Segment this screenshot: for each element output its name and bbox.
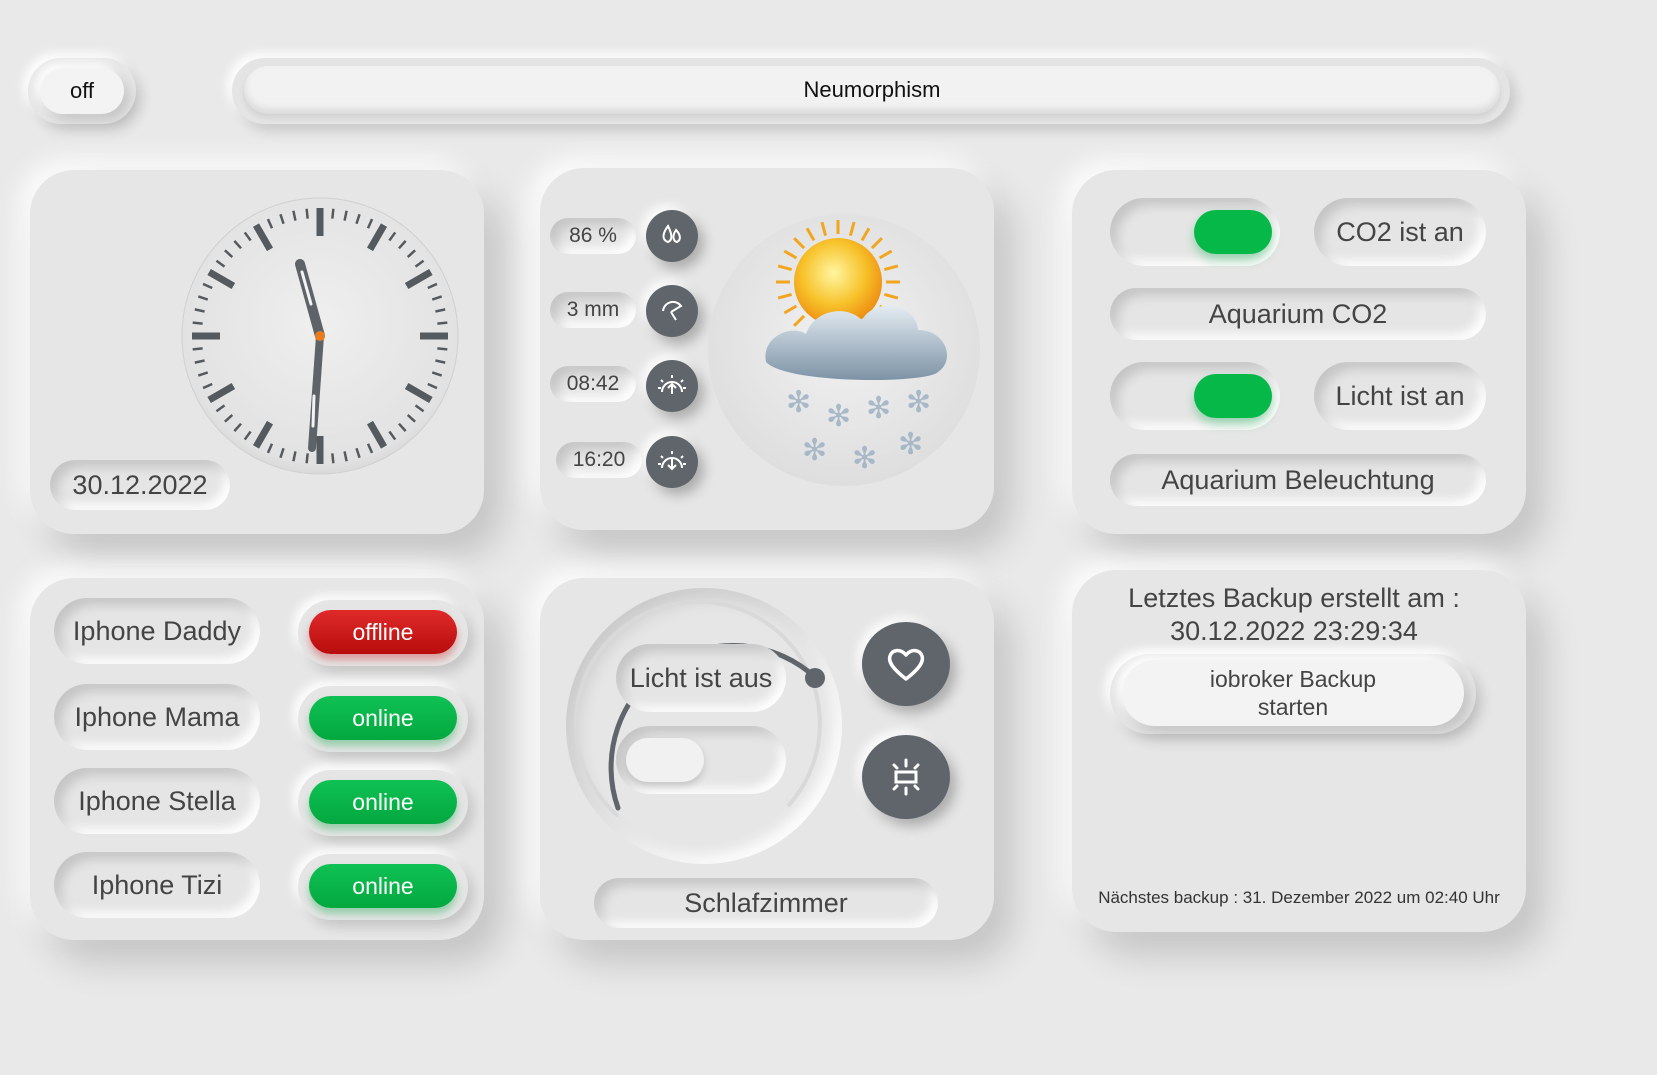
droplets-icon xyxy=(646,210,698,262)
backup-button-outer: iobroker Backup starten xyxy=(1110,654,1476,734)
device-status-outer: online xyxy=(298,854,468,920)
device-status-badge: online xyxy=(309,696,457,740)
device-status-badge: online xyxy=(309,864,457,908)
svg-text:✻: ✻ xyxy=(898,427,923,462)
backup-title-line1: Letztes Backup erstellt am : xyxy=(1128,583,1460,613)
light-name-label: Aquarium Beleuchtung xyxy=(1110,454,1486,506)
svg-text:✻: ✻ xyxy=(906,385,931,420)
backup-card: Letztes Backup erstellt am : 30.12.2022 … xyxy=(1072,570,1526,932)
clock-card: 30.12.2022 xyxy=(30,170,484,534)
ceiling-light-button[interactable] xyxy=(862,735,950,819)
power-toggle-button[interactable]: off xyxy=(40,68,124,114)
sunset-value: 16:20 xyxy=(556,442,642,478)
clock-center xyxy=(315,331,325,341)
svg-text:✻: ✻ xyxy=(826,399,851,434)
dimmer-dial[interactable]: Licht ist aus xyxy=(566,588,842,864)
weather-card: 86 % 3 mm 08:42 16:20 ✻ ✻ ✻ ✻ ✻ ✻ ✻ xyxy=(540,168,994,530)
room-name-label: Schlafzimmer xyxy=(594,878,938,928)
device-status-badge: offline xyxy=(309,610,457,654)
device-name: Iphone Stella xyxy=(54,768,260,834)
page-title: Neumorphism xyxy=(244,66,1500,114)
light-toggle[interactable] xyxy=(1110,362,1280,430)
heart-icon xyxy=(887,648,925,681)
device-status-outer: online xyxy=(298,686,468,752)
device-name: Iphone Mama xyxy=(54,684,260,750)
start-backup-button[interactable]: iobroker Backup starten xyxy=(1122,660,1464,726)
aquarium-card: CO2 ist an Aquarium CO2 Licht ist an Aqu… xyxy=(1072,170,1526,534)
sunrise-value: 08:42 xyxy=(550,366,636,402)
sunset-icon xyxy=(646,436,698,488)
sun-cloud-snow-icon: ✻ ✻ ✻ ✻✻ ✻ ✻ xyxy=(708,214,980,486)
backup-button-line1: iobroker Backup xyxy=(1209,666,1377,692)
favorite-button[interactable] xyxy=(862,622,950,706)
humidity-value: 86 % xyxy=(550,218,636,254)
analog-clock xyxy=(181,197,459,475)
sunrise-icon xyxy=(646,360,698,412)
svg-text:✻: ✻ xyxy=(852,441,877,476)
device-name: Iphone Daddy xyxy=(54,598,260,664)
svg-text:✻: ✻ xyxy=(866,391,891,426)
date-display: 30.12.2022 xyxy=(50,460,230,510)
device-status-outer: online xyxy=(298,770,468,836)
presence-card: Iphone Daddy offline Iphone Mama online Ipho… xyxy=(30,578,484,940)
light-state-label: Licht ist an xyxy=(1314,362,1486,430)
svg-text:✻: ✻ xyxy=(786,385,811,420)
header-title-outer: Neumorphism xyxy=(232,58,1510,124)
next-backup-text: Nächstes backup : 31. Dezember 2022 um 0… xyxy=(1098,888,1500,907)
rain-value: 3 mm xyxy=(550,292,636,328)
header-toggle-outer: off xyxy=(28,58,136,124)
device-status-outer: offline xyxy=(298,600,468,666)
co2-toggle[interactable] xyxy=(1110,198,1280,266)
bedroom-card: Licht ist aus Schlafzimmer xyxy=(540,578,994,940)
co2-name-label: Aquarium CO2 xyxy=(1110,288,1486,340)
ceiling-light-icon xyxy=(892,758,920,796)
bedroom-toggle-knob xyxy=(626,738,704,782)
light-toggle-knob xyxy=(1194,374,1272,418)
backup-button-line2: starten xyxy=(1257,694,1329,720)
backup-title-line2: 30.12.2022 23:29:34 xyxy=(1170,616,1418,646)
svg-text:✻: ✻ xyxy=(802,433,827,468)
co2-state-label: CO2 ist an xyxy=(1314,198,1486,266)
device-status-badge: online xyxy=(309,780,457,824)
device-name: Iphone Tizi xyxy=(54,852,260,918)
umbrella-icon xyxy=(646,285,698,337)
dimmer-handle[interactable] xyxy=(805,668,825,688)
bedroom-light-toggle[interactable] xyxy=(616,726,786,794)
co2-toggle-knob xyxy=(1194,210,1272,254)
backup-title: Letztes Backup erstellt am : 30.12.2022 … xyxy=(1072,582,1516,648)
bedroom-light-state: Licht ist aus xyxy=(616,644,786,712)
